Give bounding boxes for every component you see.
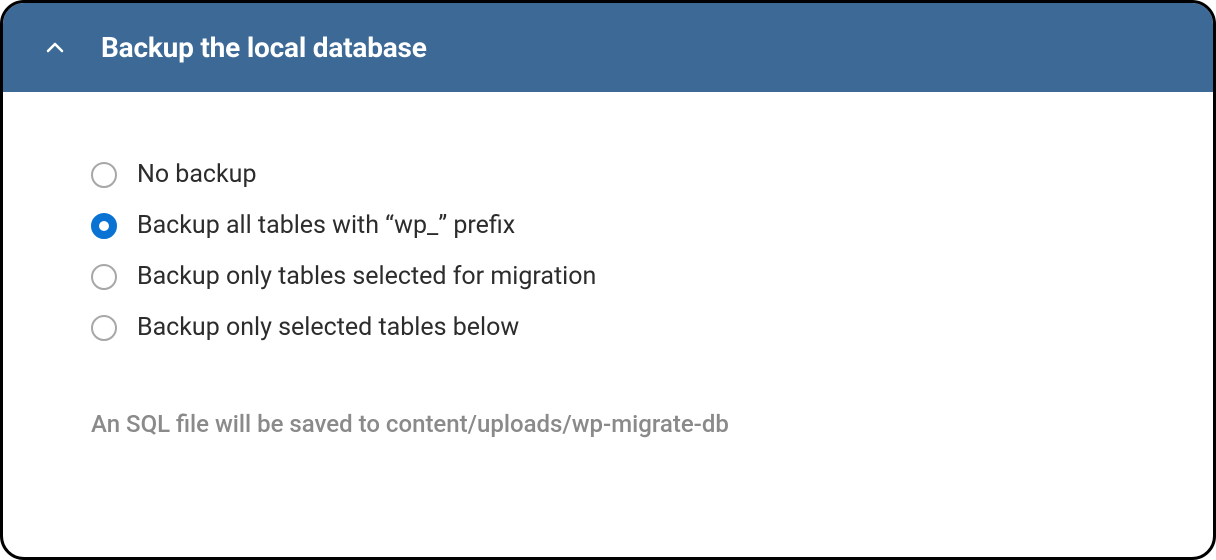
panel-body: No backup Backup all tables with “wp_” p… bbox=[3, 92, 1213, 438]
radio-icon bbox=[91, 264, 117, 290]
radio-icon bbox=[91, 162, 117, 188]
option-backup-selected[interactable]: Backup only selected tables below bbox=[91, 313, 1125, 342]
radio-icon bbox=[91, 315, 117, 341]
panel-title: Backup the local database bbox=[101, 31, 427, 64]
radio-icon-selected bbox=[91, 213, 117, 239]
radio-label: Backup only selected tables below bbox=[137, 313, 519, 342]
backup-panel: Backup the local database No backup Back… bbox=[0, 0, 1216, 560]
radio-label: Backup only tables selected for migratio… bbox=[137, 262, 596, 291]
panel-header[interactable]: Backup the local database bbox=[3, 3, 1213, 92]
option-no-backup[interactable]: No backup bbox=[91, 160, 1125, 189]
backup-note: An SQL file will be saved to content/upl… bbox=[91, 410, 1125, 438]
option-backup-migration[interactable]: Backup only tables selected for migratio… bbox=[91, 262, 1125, 291]
backup-options-group: No backup Backup all tables with “wp_” p… bbox=[91, 160, 1125, 342]
radio-label: Backup all tables with “wp_” prefix bbox=[137, 211, 515, 240]
radio-label: No backup bbox=[137, 160, 257, 189]
chevron-up-icon bbox=[43, 36, 67, 60]
option-backup-prefix[interactable]: Backup all tables with “wp_” prefix bbox=[91, 211, 1125, 240]
